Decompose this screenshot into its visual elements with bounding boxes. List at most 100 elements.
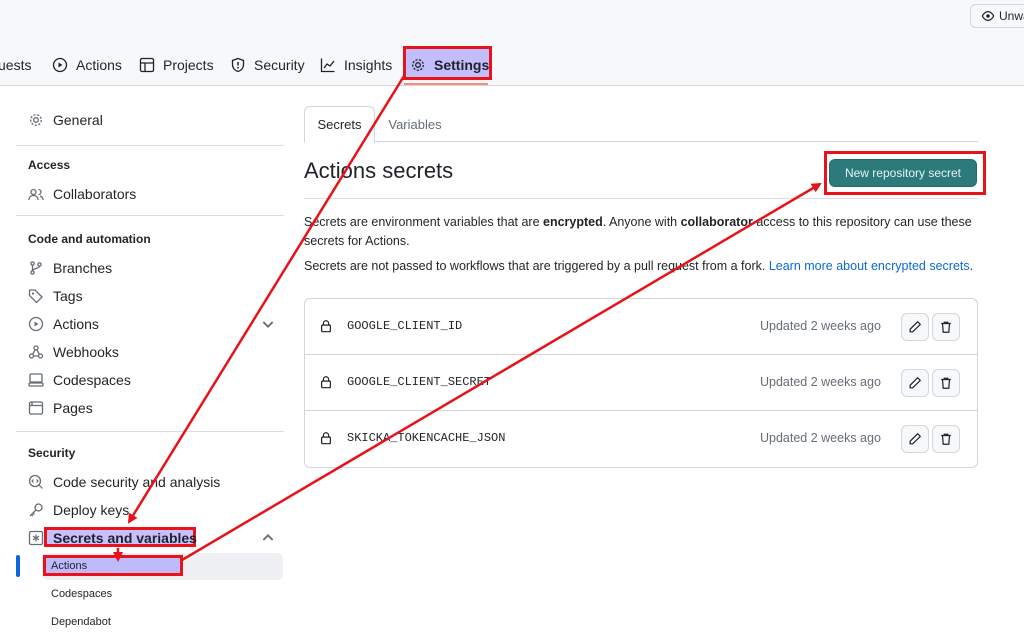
shield-icon [231, 57, 245, 73]
gear-icon [30, 114, 42, 126]
sidebar-subitem-label: Dependabot [51, 616, 111, 628]
text: . Anyone with [602, 215, 681, 229]
sidebar-heading-code-automation: Code and automation [28, 232, 151, 246]
tab-secrets[interactable]: Secrets [304, 106, 375, 143]
sidebar-item-deploy-keys[interactable]: Deploy keys [16, 496, 284, 524]
sidebar-heading-security: Security [28, 446, 76, 460]
sidebar-item-label: Webhooks [53, 344, 119, 360]
secret-updated: Updated 2 weeks ago [760, 431, 881, 445]
tab-settings[interactable]: Settings [410, 44, 489, 86]
text: Secrets are not passed to workflows that… [304, 259, 769, 273]
gear-icon [412, 59, 424, 71]
sidebar-item-collaborators[interactable]: Collaborators [16, 180, 284, 208]
sidebar-subitem-label: Actions [51, 560, 88, 572]
tab-label: Security [254, 57, 305, 73]
branch-icon [30, 261, 42, 275]
secret-row: SKICKA_TOKENCACHE_JSON Updated 2 weeks a… [305, 411, 977, 467]
edit-secret-button[interactable] [901, 425, 929, 453]
people-icon [28, 188, 44, 201]
edit-secret-button[interactable] [901, 369, 929, 397]
tab-label: Actions [76, 57, 122, 73]
sidebar-item-pages[interactable]: Pages [16, 394, 284, 422]
tab-projects[interactable]: Projects [139, 44, 214, 86]
trash-icon [941, 433, 951, 445]
graph-icon [320, 58, 335, 73]
secret-name: GOOGLE_CLIENT_ID [347, 319, 463, 333]
chevron-down-icon[interactable] [260, 316, 276, 332]
tab-security[interactable]: Security [230, 44, 305, 86]
pencil-icon [909, 376, 922, 389]
description-forks: Secrets are not passed to workflows that… [304, 259, 984, 273]
lock-icon [321, 320, 331, 333]
sidebar-item-branches[interactable]: Branches [16, 254, 284, 282]
play-icon [52, 57, 68, 73]
delete-secret-button[interactable] [932, 425, 960, 453]
text-bold: collaborator [680, 215, 753, 229]
secret-updated: Updated 2 weeks ago [760, 375, 881, 389]
sidebar-item-webhooks[interactable]: Webhooks [16, 338, 284, 366]
divider [16, 431, 284, 432]
learn-more-link[interactable]: Learn more about encrypted secrets [769, 259, 970, 273]
asterisk-icon [28, 530, 44, 546]
edit-secret-button[interactable] [901, 313, 929, 341]
tab-label: uests [0, 57, 32, 73]
table-icon [139, 57, 155, 73]
trash-icon [941, 377, 951, 389]
active-tab-underline [404, 83, 488, 85]
sidebar-subitem-label: Codespaces [51, 588, 113, 600]
new-repository-secret-button[interactable]: New repository secret [829, 159, 977, 187]
secret-name: GOOGLE_CLIENT_SECRET [347, 375, 492, 389]
sidebar-subitem-actions[interactable]: Actions [16, 552, 284, 580]
delete-secret-button[interactable] [932, 313, 960, 341]
sidebar-item-label: Pages [53, 400, 93, 416]
secrets-variables-tabs: Secrets Variables [304, 106, 978, 143]
sidebar-item-label: Tags [53, 288, 83, 304]
sidebar-item-codespaces[interactable]: Codespaces [16, 366, 284, 394]
tab-insights[interactable]: Insights [320, 44, 392, 86]
page: Unwa uests Actions Projects Security Ins… [0, 0, 1024, 642]
text: . [969, 259, 974, 273]
description-encrypted: Secrets are environment variables that a… [304, 213, 976, 251]
secret-row: GOOGLE_CLIENT_ID Updated 2 weeks ago [305, 299, 977, 355]
pencil-icon [909, 320, 922, 333]
text-bold: encrypted [543, 215, 603, 229]
sidebar-item-actions[interactable]: Actions [16, 310, 284, 338]
codespaces-icon [28, 373, 44, 387]
text: Secrets are environment variables that a… [304, 215, 544, 229]
sidebar-heading-access: Access [28, 158, 71, 172]
tab-label: Insights [344, 57, 393, 73]
sidebar-item-label: General [53, 112, 103, 128]
lock-icon [321, 376, 331, 389]
sidebar-item-label: Secrets and variables [53, 530, 197, 546]
sidebar-item-code-security[interactable]: Code security and analysis [16, 468, 284, 496]
play-icon [28, 316, 44, 332]
sidebar-item-label: Code security and analysis [53, 474, 221, 490]
unwatch-button[interactable]: Unwa [970, 4, 1024, 28]
chevron-up-icon[interactable] [260, 530, 276, 546]
sidebar-item-label: Actions [53, 316, 99, 332]
delete-secret-button[interactable] [932, 369, 960, 397]
pencil-icon [909, 432, 922, 445]
secret-row: GOOGLE_CLIENT_SECRET Updated 2 weeks ago [305, 355, 977, 411]
sidebar-item-secrets-and-variables[interactable]: Secrets and variables [16, 524, 284, 552]
sidebar-item-label: Collaborators [53, 186, 137, 202]
secret-name: SKICKA_TOKENCACHE_JSON [347, 431, 506, 445]
sidebar-item-label: Branches [53, 260, 113, 276]
divider [16, 145, 284, 146]
webhook-icon [28, 345, 44, 359]
sidebar-subitem-dependabot[interactable]: Dependabot [16, 608, 284, 636]
sidebar-subitem-codespaces[interactable]: Codespaces [16, 580, 284, 608]
repo-nav: uests Actions Projects Security Insights… [0, 44, 1024, 86]
eye-icon [981, 11, 995, 21]
tab-actions[interactable]: Actions [52, 44, 122, 86]
sidebar-item-general[interactable]: General [16, 106, 284, 134]
tab-label: Settings [434, 57, 490, 73]
top-bar: Unwa [0, 0, 1024, 44]
divider [16, 215, 284, 216]
secrets-list: GOOGLE_CLIENT_ID Updated 2 weeks ago GOO… [304, 298, 978, 468]
tab-variables[interactable]: Variables [378, 106, 452, 142]
sidebar-item-tags[interactable]: Tags [16, 282, 284, 310]
secret-updated: Updated 2 weeks ago [760, 319, 881, 333]
tab-pull-requests[interactable]: uests [0, 44, 31, 86]
sidebar-item-label: Codespaces [53, 372, 131, 388]
